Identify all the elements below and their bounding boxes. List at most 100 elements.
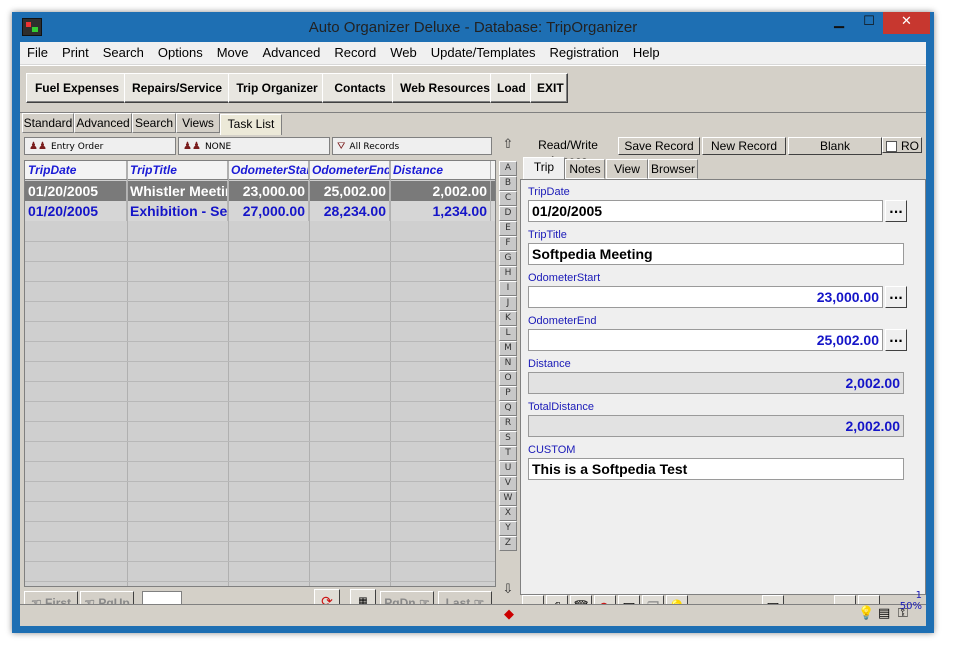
records-grid[interactable]: TripDate TripTitle OdometerStart Odomete…	[24, 160, 496, 587]
tab-standard[interactable]: Standard	[22, 113, 74, 133]
menu-file[interactable]: File	[20, 42, 55, 64]
odometerstart-button[interactable]: ...	[885, 286, 907, 308]
fuel-expenses-button[interactable]: Fuel Expenses	[26, 73, 128, 103]
web-resources-button[interactable]: Web Resources	[392, 73, 498, 103]
letter-v[interactable]: V	[499, 476, 517, 491]
tripdate-picker-button[interactable]: ...	[885, 200, 907, 222]
letter-w[interactable]: W	[499, 491, 517, 506]
letter-o[interactable]: O	[499, 371, 517, 386]
letter-u[interactable]: U	[499, 461, 517, 476]
letter-k[interactable]: K	[499, 311, 517, 326]
table-row[interactable]: 01/20/2005 Whistler Meeting 23,000.00 25…	[25, 181, 495, 201]
letter-h[interactable]: H	[499, 266, 517, 281]
table-row[interactable]: 01/20/2005 Exhibition - Seattle 27,000.0…	[25, 201, 495, 221]
sort-order-field[interactable]: ♟♟ Entry Order	[24, 137, 176, 155]
tab-advanced[interactable]: Advanced	[74, 113, 132, 133]
records-field[interactable]: ⛛ All Records	[332, 137, 492, 155]
letter-x[interactable]: X	[499, 506, 517, 521]
col-distance[interactable]: Distance	[390, 161, 491, 179]
tab-browser[interactable]: Browser	[648, 159, 698, 179]
menu-print[interactable]: Print	[55, 42, 96, 64]
record-counter: 1 50%	[899, 590, 922, 612]
readonly-toggle[interactable]: RO	[882, 137, 922, 153]
tab-view[interactable]: View	[606, 159, 648, 179]
load-button[interactable]: Load	[490, 73, 532, 103]
tripdate-field[interactable]: 01/20/2005	[528, 200, 883, 222]
record-pane: Read/Write Access Save Record New Record…	[520, 137, 926, 621]
menu-web[interactable]: Web	[383, 42, 424, 64]
menu-search[interactable]: Search	[96, 42, 151, 64]
letter-m[interactable]: M	[499, 341, 517, 356]
letter-i[interactable]: I	[499, 281, 517, 296]
menu-help[interactable]: Help	[626, 42, 667, 64]
letter-a[interactable]: A	[499, 161, 517, 176]
exit-button[interactable]: EXIT	[530, 73, 568, 103]
tab-trip[interactable]: Trip	[523, 157, 565, 180]
title-bar[interactable]: Auto Organizer Deluxe - Database: TripOr…	[12, 12, 934, 42]
minimize-button[interactable]: ▁	[825, 12, 853, 34]
trip-organizer-button[interactable]: Trip Organizer	[228, 73, 326, 103]
letter-l[interactable]: L	[499, 326, 517, 341]
col-odometerend[interactable]: OdometerEnd	[309, 161, 390, 179]
letter-y[interactable]: Y	[499, 521, 517, 536]
save-record-button[interactable]: Save Record	[618, 137, 700, 155]
odometerstart-label: OdometerStart	[528, 272, 601, 284]
repairs-service-button[interactable]: Repairs/Service	[124, 73, 230, 103]
letter-t[interactable]: T	[499, 446, 517, 461]
record-toolbar: Read/Write Access Save Record New Record…	[520, 137, 924, 168]
menu-move[interactable]: Move	[210, 42, 256, 64]
letter-c[interactable]: C	[499, 191, 517, 206]
scroll-up-arrow-icon[interactable]: ⇧	[500, 137, 516, 153]
tab-search[interactable]: Search	[132, 113, 176, 133]
odometerend-field[interactable]: 25,002.00	[528, 329, 883, 351]
empty-row	[25, 442, 495, 462]
menu-record[interactable]: Record	[327, 42, 383, 64]
cell-odometerend: 25,002.00	[309, 181, 390, 201]
letter-g[interactable]: G	[499, 251, 517, 266]
empty-row	[25, 482, 495, 502]
letter-e[interactable]: E	[499, 221, 517, 236]
letter-p[interactable]: P	[499, 386, 517, 401]
col-triptitle[interactable]: TripTitle	[127, 161, 228, 179]
close-button[interactable]: ✕	[883, 12, 930, 34]
col-odometerstart[interactable]: OdometerStart	[228, 161, 309, 179]
menu-options[interactable]: Options	[151, 42, 210, 64]
grid-header: TripDate TripTitle OdometerStart Odomete…	[25, 161, 495, 180]
letter-r[interactable]: R	[499, 416, 517, 431]
readonly-checkbox[interactable]	[886, 141, 897, 153]
blank-button[interactable]: Blank	[788, 137, 882, 155]
tab-notes[interactable]: Notes	[565, 159, 605, 179]
letter-j[interactable]: J	[499, 296, 517, 311]
menu-update-templates[interactable]: Update/Templates	[424, 42, 543, 64]
menu-registration[interactable]: Registration	[543, 42, 626, 64]
cell-tripdate: 01/20/2005	[25, 201, 127, 221]
menu-advanced[interactable]: Advanced	[256, 42, 328, 64]
tab-views[interactable]: Views	[176, 113, 220, 133]
new-record-button[interactable]: New Record	[702, 137, 786, 155]
tab-task-list[interactable]: Task List	[220, 114, 282, 135]
odometerend-button[interactable]: ...	[885, 329, 907, 351]
contacts-button[interactable]: Contacts	[322, 73, 398, 103]
letter-q[interactable]: Q	[499, 401, 517, 416]
scroll-down-arrow-icon[interactable]: ⇩	[500, 582, 516, 598]
letter-z[interactable]: Z	[499, 536, 517, 551]
cell-tripdate: 01/20/2005	[25, 181, 127, 201]
letter-f[interactable]: F	[499, 236, 517, 251]
letter-n[interactable]: N	[499, 356, 517, 371]
filter-field[interactable]: ♟♟ NONE	[178, 137, 330, 155]
col-tripdate[interactable]: TripDate	[25, 161, 127, 179]
letter-b[interactable]: B	[499, 176, 517, 191]
record-marker-icon: ◆	[504, 607, 514, 622]
tip-icon[interactable]: 💡	[858, 606, 874, 621]
empty-row	[25, 342, 495, 362]
custom-field[interactable]: This is a Softpedia Test	[528, 458, 904, 480]
triptitle-field[interactable]: Softpedia Meeting	[528, 243, 904, 265]
client-area: File Print Search Options Move Advanced Record…	[20, 42, 926, 626]
maximize-button[interactable]: ☐	[855, 12, 883, 34]
tripdate-label: TripDate	[528, 186, 570, 198]
letter-s[interactable]: S	[499, 431, 517, 446]
odometerstart-field[interactable]: 23,000.00	[528, 286, 883, 308]
funnel-icon: ⛛	[337, 141, 346, 152]
letter-d[interactable]: D	[499, 206, 517, 221]
empty-row	[25, 262, 495, 282]
